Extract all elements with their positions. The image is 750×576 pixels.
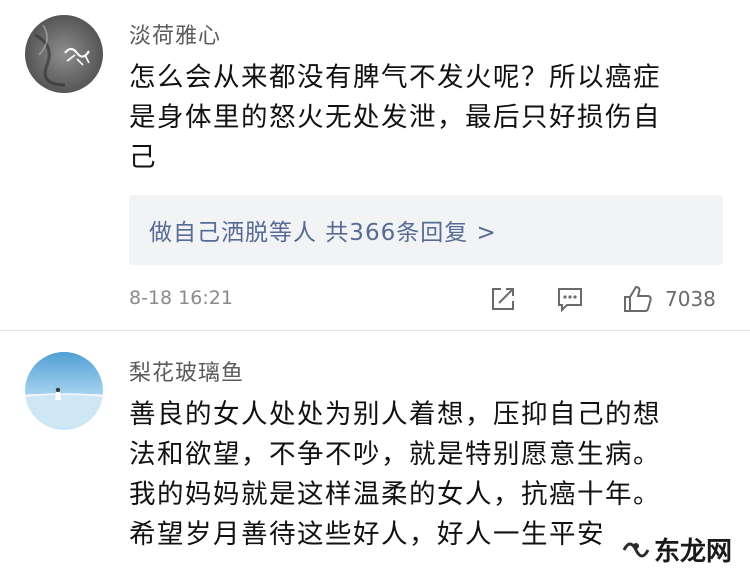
watermark-text: 东龙网 <box>654 536 732 567</box>
reply-summary-box[interactable]: 做自己洒脱等人 共366条回复 > <box>129 195 723 265</box>
comment-meta-row: 8-18 16:21 7038 <box>0 282 750 318</box>
share-icon[interactable] <box>488 284 518 318</box>
reply-summary-link[interactable]: 做自己洒脱等人 共366条回复 > <box>149 213 497 247</box>
content-line: 法和欲望，不争不吵，就是特别愿意生病。 <box>129 439 661 470</box>
timestamp: 8-18 16:21 <box>129 287 233 309</box>
content-line: 善良的女人处处为别人着想，压抑自己的想 <box>129 399 661 430</box>
avatar[interactable] <box>25 15 103 93</box>
comment-divider <box>0 330 750 331</box>
content-line: 我的妈妈就是这样温柔的女人，抗癌十年。 <box>129 479 661 510</box>
like-icon[interactable] <box>622 284 654 318</box>
username[interactable]: 淡荷雅心 <box>129 18 221 50</box>
content-line: 己 <box>129 142 157 173</box>
comment-icon[interactable] <box>555 284 585 318</box>
content-line: 怎么会从来都没有脾气不发火呢？所以癌症 <box>129 62 661 93</box>
username[interactable]: 梨花玻璃鱼 <box>129 355 244 387</box>
like-count: 7038 <box>665 287 716 311</box>
avatar[interactable] <box>25 352 103 430</box>
seaside-person-avatar-icon <box>25 352 103 430</box>
ink-calligraphy-avatar-icon <box>25 15 103 93</box>
site-watermark: 东龙网 <box>616 526 750 572</box>
site-logo-icon: 东龙网 <box>618 530 748 570</box>
comment-content: 怎么会从来都没有脾气不发火呢？所以癌症 是身体里的怒火无处发泄，最后只好损伤自 … <box>129 58 739 178</box>
content-line: 是身体里的怒火无处发泄，最后只好损伤自 <box>129 102 661 133</box>
